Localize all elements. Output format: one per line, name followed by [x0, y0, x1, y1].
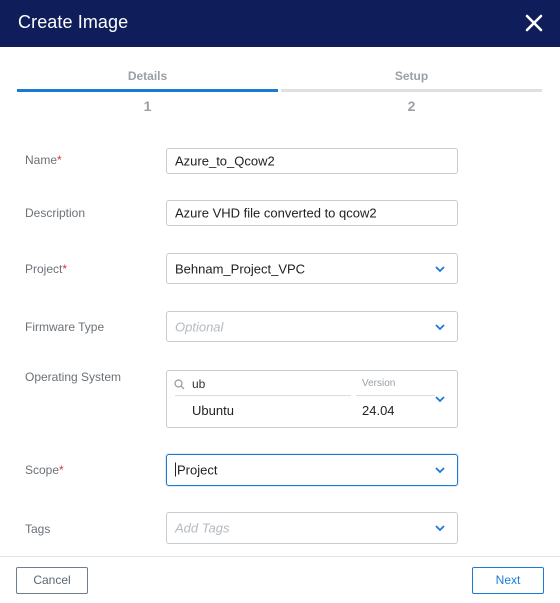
project-select[interactable]: Behnam_Project_VPC	[166, 253, 458, 284]
name-label: Name*	[25, 153, 62, 167]
description-label: Description	[25, 206, 86, 220]
step-label: Details	[127, 69, 168, 83]
search-icon	[174, 379, 185, 390]
scope-value: Project	[177, 462, 218, 478]
chevron-down-icon[interactable]	[435, 265, 445, 272]
project-value: Behnam_Project_VPC	[175, 261, 306, 276]
step-details[interactable]: Details 1	[17, 68, 278, 114]
name-value: Azure_to_Qcow2	[175, 153, 275, 169]
chevron-down-icon[interactable]	[435, 525, 445, 532]
dialog-title: Create Image	[18, 12, 129, 32]
stepper: Details 1 Setup 2	[17, 68, 543, 118]
scope-select[interactable]: Project	[166, 454, 458, 486]
description-input[interactable]: Azure VHD file converted to qcow2	[166, 200, 458, 226]
operating-system-select[interactable]: ub Version Ubuntu 24.04	[166, 370, 458, 428]
required-mark: *	[59, 463, 64, 477]
dialog-header: Create Image	[0, 0, 560, 47]
step-progress-bar	[17, 89, 278, 92]
firmware-type-label: Firmware Type	[25, 320, 105, 334]
os-name-value: Ubuntu	[192, 403, 234, 418]
name-input[interactable]: Azure_to_Qcow2	[166, 148, 458, 174]
chevron-down-icon[interactable]	[435, 396, 445, 403]
firmware-placeholder: Optional	[175, 319, 224, 334]
operating-system-label: Operating System	[25, 370, 122, 384]
tags-label: Tags	[25, 522, 51, 536]
step-number: 1	[143, 98, 152, 114]
description-value: Azure VHD file converted to qcow2	[175, 205, 377, 221]
os-search-input[interactable]: ub	[192, 377, 205, 391]
footer-divider	[0, 556, 560, 557]
close-icon[interactable]	[524, 13, 544, 33]
divider	[356, 395, 435, 396]
divider	[175, 395, 351, 396]
step-number: 2	[407, 98, 416, 114]
project-label: Project*	[25, 262, 68, 276]
step-setup[interactable]: Setup 2	[281, 68, 542, 114]
firmware-type-select[interactable]: Optional	[166, 311, 458, 342]
chevron-down-icon[interactable]	[435, 467, 445, 474]
cancel-button[interactable]: Cancel	[16, 567, 88, 594]
required-mark: *	[62, 262, 68, 276]
tags-placeholder: Add Tags	[175, 520, 230, 536]
tags-select[interactable]: Add Tags	[166, 512, 458, 544]
chevron-down-icon[interactable]	[435, 323, 445, 330]
step-label: Setup	[394, 69, 429, 83]
os-version-label: Version	[362, 378, 396, 389]
next-button[interactable]: Next	[472, 567, 544, 594]
required-mark: *	[57, 153, 62, 167]
text-caret	[175, 462, 176, 477]
scope-label: Scope*	[25, 463, 64, 477]
os-version-value: 24.04	[362, 403, 395, 418]
step-progress-bar	[281, 89, 542, 92]
